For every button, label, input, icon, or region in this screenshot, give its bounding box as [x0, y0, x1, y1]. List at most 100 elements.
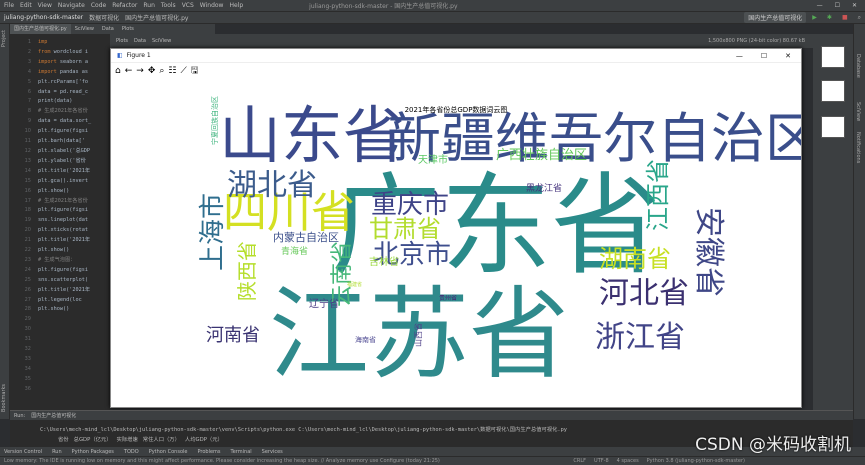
code-line[interactable]: sns.scatterplot( — [38, 276, 110, 286]
bottom-tab-problems[interactable]: Problems — [197, 449, 220, 455]
menu-file[interactable]: File — [4, 2, 14, 9]
bottom-tab-todo[interactable]: TODO — [124, 449, 139, 455]
plot-thumbnail[interactable] — [821, 116, 845, 138]
code-line[interactable]: plt.xticks(rotat — [38, 226, 110, 236]
minimize-button[interactable]: — — [736, 52, 743, 60]
sciview-tool-tab[interactable]: SciView — [855, 102, 861, 121]
code-line[interactable]: print(data) — [38, 97, 110, 107]
code-line[interactable]: plt.show() — [38, 187, 110, 197]
menu-edit[interactable]: Edit — [20, 2, 32, 9]
menu-refactor[interactable]: Refactor — [112, 2, 137, 9]
bottom-tab-version-control[interactable]: Version Control — [4, 449, 42, 455]
menu-run[interactable]: Run — [143, 2, 155, 9]
menu-window[interactable]: Window — [200, 2, 224, 9]
status-message[interactable]: Low memory: The IDE is running low on me… — [4, 458, 440, 464]
bottom-tab-python-packages[interactable]: Python Packages — [72, 449, 114, 455]
code-line[interactable]: plt.figure(figsi — [38, 266, 110, 276]
line-number: 27 — [24, 296, 31, 303]
wordcloud-word: 山西省 — [413, 323, 423, 347]
code-line[interactable]: plt.figure(figsi — [38, 127, 110, 137]
folder-breadcrumb[interactable]: 数据可视化 — [89, 13, 119, 22]
code-line[interactable]: import pandas as — [38, 68, 110, 78]
editor-tab[interactable]: 国内生产总值可视化.py — [10, 24, 71, 34]
code-keyword: from — [38, 48, 51, 55]
zoom-icon[interactable]: ⌕ — [159, 66, 164, 76]
menu-tools[interactable]: Tools — [161, 2, 176, 9]
editor-tab[interactable]: Data — [98, 26, 118, 32]
code-text[interactable]: imp from wordcloud i import seaborn a impor… — [38, 38, 110, 408]
close-button[interactable]: ✕ — [785, 52, 791, 60]
bottom-tab-run[interactable]: Run — [52, 449, 62, 455]
project-breadcrumb[interactable]: juliang-python-sdk-master — [4, 14, 83, 21]
search-icon[interactable]: ⌕ — [858, 14, 861, 22]
line-separator[interactable]: CRLF — [573, 458, 586, 464]
code-line[interactable]: plt.ylabel('省份 — [38, 157, 110, 167]
maximize-button[interactable]: ☐ — [761, 52, 767, 60]
window-controls: — ☐ ✕ — [817, 2, 865, 9]
home-icon[interactable]: ⌂ — [115, 66, 121, 76]
save-icon[interactable]: 🖫 — [191, 63, 199, 79]
code-line[interactable]: plt.xlabel('总GDP — [38, 147, 110, 157]
edit-axis-icon[interactable]: ⟋ — [180, 66, 186, 76]
code-line[interactable]: data = pd.read_c — [38, 88, 110, 98]
run-icon[interactable]: ▶ — [812, 14, 817, 21]
plot-thumbnail[interactable] — [821, 46, 845, 68]
code-text: print(data) — [38, 98, 73, 105]
code-line[interactable]: plt.legend(loc — [38, 296, 110, 306]
menu-code[interactable]: Code — [91, 2, 106, 9]
project-tool-tab[interactable]: Project — [1, 30, 7, 47]
file-breadcrumb[interactable]: 国内生产总值可视化.py — [125, 13, 188, 22]
code-line[interactable]: plt.figure(figsi — [38, 206, 110, 216]
run-config-select[interactable]: 国内生产总值可视化 — [744, 12, 807, 23]
code-line[interactable]: plt.rcParams['fo — [38, 78, 110, 88]
wordcloud-word: 辽宁省 — [309, 297, 339, 310]
line-number: 28 — [24, 306, 31, 313]
menu-navigate[interactable]: Navigate — [58, 2, 85, 9]
editor-tab[interactable]: SciView — [71, 26, 98, 32]
code-line[interactable]: plt.gca().invert — [38, 177, 110, 187]
code-line[interactable]: import seaborn a — [38, 58, 110, 68]
forward-icon[interactable]: → — [136, 66, 144, 76]
wordcloud-word: 宁夏回族自治区 — [210, 96, 219, 145]
code-line[interactable]: plt.show() — [38, 246, 110, 256]
stop-icon[interactable]: ■ — [842, 14, 848, 21]
bottom-tab-terminal[interactable]: Terminal — [231, 449, 252, 455]
window-control[interactable]: — — [817, 2, 823, 9]
interpreter-setting[interactable]: Python 3.8 (juliang-python-sdk-master) — [647, 458, 745, 464]
bottom-tab-services[interactable]: Services — [262, 449, 283, 455]
back-icon[interactable]: ← — [125, 66, 133, 76]
bookmarks-tool-tab[interactable]: Bookmarks — [1, 384, 7, 412]
indent-setting[interactable]: 4 spaces — [617, 458, 639, 464]
code-line[interactable]: data = data.sort_ — [38, 117, 110, 127]
run-tab[interactable]: 国内生产总值可视化 — [31, 412, 76, 419]
code-line[interactable]: plt.title('2021年 — [38, 286, 110, 296]
file-encoding[interactable]: UTF-8 — [594, 458, 609, 464]
window-control[interactable]: ☐ — [835, 2, 840, 9]
code-line[interactable]: plt.show() — [38, 305, 110, 315]
window-control[interactable]: ✕ — [852, 2, 857, 9]
menu-vcs[interactable]: VCS — [182, 2, 194, 9]
sciview-tab[interactable]: SciView — [152, 38, 171, 44]
menu-view[interactable]: View — [38, 2, 52, 9]
sciview-tab[interactable]: Plots — [116, 38, 128, 44]
code-line[interactable]: plt.barh(data[' — [38, 137, 110, 147]
pan-icon[interactable]: ✥ — [148, 66, 156, 76]
database-tool-tab[interactable]: Database — [855, 54, 861, 78]
debug-icon[interactable]: ✱ — [827, 14, 832, 21]
code-text: plt.show() — [38, 247, 70, 254]
code-line[interactable]: # 生成2021年各省份 — [38, 107, 110, 117]
code-line[interactable]: sns.lineplot(dat — [38, 216, 110, 226]
code-line[interactable]: plt.title('2021年 — [38, 236, 110, 246]
editor-tab[interactable]: Plots — [118, 26, 138, 32]
code-line[interactable]: # 生成气泡图： — [38, 256, 110, 266]
configure-subplots-icon[interactable]: ☷ — [168, 66, 176, 76]
menu-help[interactable]: Help — [229, 2, 243, 9]
notifications-tool-tab[interactable]: Notifications — [855, 132, 861, 163]
code-line[interactable]: imp — [38, 38, 110, 48]
code-line[interactable]: plt.title('2021年 — [38, 167, 110, 177]
code-line[interactable]: from wordcloud i — [38, 48, 110, 58]
code-line[interactable]: # 生成2021年各省份 — [38, 197, 110, 207]
sciview-tab[interactable]: Data — [134, 38, 146, 44]
plot-thumbnail[interactable] — [821, 80, 845, 102]
bottom-tab-python-console[interactable]: Python Console — [149, 449, 188, 455]
